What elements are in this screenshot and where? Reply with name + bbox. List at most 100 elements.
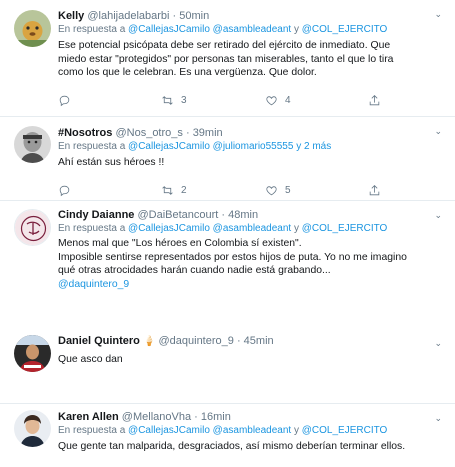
reply-context: En respuesta a @CallejasJCamilo @asamble… [58,23,443,37]
tweet-header: Karen Allen @MellanoVha · 16min [58,410,443,424]
display-name[interactable]: Karen Allen [58,411,119,423]
reply-joiner: y [294,24,299,35]
reply-icon [59,185,70,197]
tweet-actions: 3 4 [58,92,443,110]
tweet-header: Cindy Daianne @DaiBetancourt · 48min [58,208,443,222]
tweet-header: Kelly @lahijadelabarbi · 50min [58,9,443,23]
mention-link[interactable]: @COL_EJERCITO [302,425,388,436]
like-count: 4 [285,95,291,106]
mention-link[interactable]: @CallejasJCamilo [128,141,210,152]
caret-icon[interactable]: ⌄ [434,338,442,349]
tweet-text: Ahí están sus héroes !! [58,156,443,170]
retweet-icon [162,96,173,105]
tweet-header: Daniel Quintero 🍦 @daquintero_9 · 45min [58,334,443,349]
reply-joiner: y [296,141,302,152]
ice-cream-emoji: 🍦 [142,336,156,347]
reply-joiner: y [294,425,299,436]
avatar[interactable] [14,410,51,447]
user-handle[interactable]: @lahijadelabarbi [87,10,169,22]
tweet[interactable]: ⌄ Karen Allen @MellanoVha · 16min En res… [0,404,455,467]
tweet[interactable]: ⌄ Cindy Daianne @DaiBetancourt · 48min E… [0,201,455,329]
mention-link[interactable]: @daquintero_9 [58,278,443,292]
avatar[interactable] [14,10,51,47]
more-mentions-link[interactable]: 2 más [304,141,331,152]
mention-link[interactable]: @CallejasJCamilo [128,24,210,35]
like-icon [266,96,277,106]
share-icon [369,95,380,106]
tweet-text-line: Ese potencial psicópata debe ser retirad… [58,40,391,51]
timestamp[interactable]: 16min [201,411,231,423]
mention-link[interactable]: @CallejasJCamilo [128,223,210,234]
display-name[interactable]: Daniel Quintero [58,335,140,347]
user-handle[interactable]: @Nos_otro_s [115,127,182,139]
tweet-text: Que asco dan [58,353,443,367]
display-name[interactable]: Cindy Daianne [58,209,134,221]
user-handle[interactable]: @MellanoVha [122,411,191,423]
display-name[interactable]: Kelly [58,10,84,22]
mention-link[interactable]: @juliomario55555 [213,141,294,152]
avatar[interactable] [14,126,51,163]
mention-link[interactable]: @asambleadeant [213,24,292,35]
tweet-text: Ese potencial psicópata debe ser retirad… [58,39,443,80]
tweet-header: #Nosotros @Nos_otro_s · 39min [58,126,443,140]
like-button[interactable]: 4 [265,94,368,107]
share-icon [369,185,380,196]
tweet[interactable]: ⌄ #Nosotros @Nos_otro_s · 39min En respu… [0,117,455,201]
like-button[interactable]: 5 [265,184,368,197]
retweet-count: 3 [181,95,187,106]
caret-icon[interactable]: ⌄ [434,126,442,137]
caret-icon[interactable]: ⌄ [434,9,442,20]
reply-context: En respuesta a @CallejasJCamilo @asamble… [58,424,443,438]
separator-dot: · [221,209,226,221]
mention-link[interactable]: @asambleadeant [213,425,292,436]
display-name[interactable]: #Nosotros [58,127,112,139]
mention-link[interactable]: @asambleadeant [213,223,292,234]
divider [0,395,455,404]
tweet-text-line: Menos mal que "Los héroes en Colombia sí… [58,238,302,249]
tweet[interactable]: ⌄ Daniel Quintero 🍦 @daquintero_9 · 45mi… [0,329,455,395]
tweet-text-line: Imposible sentirse representados por est… [58,251,407,263]
like-icon [266,186,277,196]
reply-context: En respuesta a @CallejasJCamilo @julioma… [58,140,443,154]
reply-button[interactable] [58,184,161,197]
tweet-actions: 2 5 [58,182,443,200]
reply-context: En respuesta a @CallejasJCamilo @asamble… [58,222,443,236]
share-button[interactable] [368,184,381,197]
avatar[interactable] [14,335,51,372]
tweet-text: Que gente tan malparida, desgraciados, a… [58,440,443,454]
reply-button[interactable] [58,94,161,107]
timestamp[interactable]: 45min [244,335,274,347]
tweet-text-line: como los que le celebran. Es una vergüen… [58,67,317,78]
tweet-text-line: miedo estar "protegidos" por personas ta… [58,53,394,65]
user-handle[interactable]: @daquintero_9 [158,335,233,347]
reply-prefix: En respuesta a [58,141,126,152]
timestamp[interactable]: 50min [179,10,209,22]
tweet-text: Menos mal que "Los héroes en Colombia sí… [58,237,443,291]
timestamp[interactable]: 48min [228,209,258,221]
retweet-button[interactable]: 3 [161,94,265,107]
separator-dot: · [236,335,241,347]
reply-prefix: En respuesta a [58,223,126,234]
avatar[interactable] [14,209,51,246]
separator-dot: · [194,411,198,423]
caret-icon[interactable]: ⌄ [434,210,442,221]
separator-dot: · [185,127,190,139]
tweet-text-line: qué otras atrocidades harán cuando nadie… [58,265,331,276]
reply-prefix: En respuesta a [58,24,126,35]
mention-link[interactable]: @COL_EJERCITO [302,24,388,35]
like-count: 5 [285,185,291,196]
caret-icon[interactable]: ⌄ [434,413,442,424]
reply-icon [59,95,70,107]
tweet-text-line: Ahí están sus héroes !! [58,157,165,168]
mention-link[interactable]: @COL_EJERCITO [302,223,388,234]
tweet[interactable]: ⌄ Kelly @lahijadelabarbi · 50min En resp… [0,0,455,117]
tweet-thread: ⌄ Kelly @lahijadelabarbi · 50min En resp… [0,0,455,467]
tweet-text-line: Que gente tan malparida, desgraciados, a… [58,441,406,452]
share-button[interactable] [368,94,381,107]
reply-joiner: y [294,223,299,234]
retweet-icon [162,186,173,195]
timestamp[interactable]: 39min [193,127,223,139]
user-handle[interactable]: @DaiBetancourt [137,209,218,221]
mention-link[interactable]: @CallejasJCamilo [128,425,210,436]
retweet-button[interactable]: 2 [161,184,265,197]
